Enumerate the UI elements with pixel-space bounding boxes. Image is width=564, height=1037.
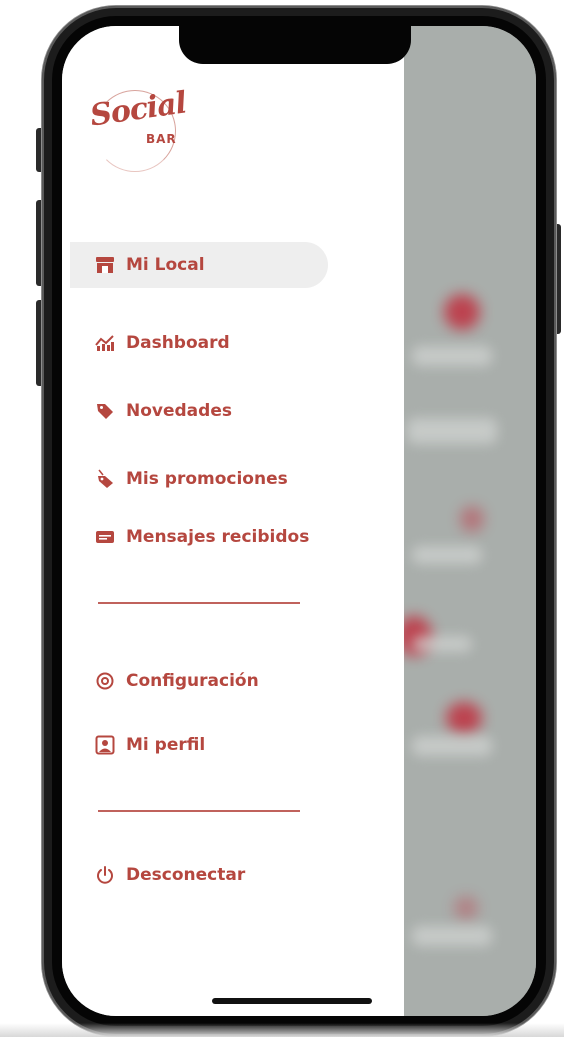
navigation-drawer: Social BAR Mi Local Dashboard Novedades … (62, 26, 404, 1016)
phone-notch (179, 26, 411, 64)
chart-icon (94, 332, 116, 354)
menu-item-label: Mi Local (126, 255, 205, 275)
stage: Social BAR Mi Local Dashboard Novedades … (0, 0, 564, 1037)
menu-item-label: Mis promociones (126, 469, 288, 489)
blurred-badge (446, 702, 482, 734)
phone-screen: Social BAR Mi Local Dashboard Novedades … (62, 26, 536, 1016)
social-bar-logo: Social BAR (88, 85, 188, 174)
blurred-row (412, 346, 492, 366)
blurred-row (412, 736, 492, 756)
phone-frame: Social BAR Mi Local Dashboard Novedades … (42, 6, 556, 1036)
menu-item-dashboard[interactable]: Dashboard (76, 320, 230, 366)
power-icon (94, 864, 116, 886)
menu-item-label: Novedades (126, 401, 232, 421)
profile-icon (94, 734, 116, 756)
menu-item-configuracion[interactable]: Configuración (76, 658, 259, 704)
settings-icon (94, 670, 116, 692)
blurred-badge (454, 896, 478, 920)
blurred-row (412, 546, 482, 564)
menu-item-label: Mensajes recibidos (126, 527, 310, 547)
menu-item-label: Mi perfil (126, 735, 206, 755)
menu-item-label: Desconectar (126, 865, 246, 885)
menu-item-desconectar[interactable]: Desconectar (76, 852, 245, 898)
menu-divider (98, 810, 300, 812)
price-tag-icon (94, 468, 116, 490)
blurred-row (412, 926, 492, 946)
bottom-shadow (0, 1023, 564, 1037)
tag-icon (94, 400, 116, 422)
blurred-row (412, 636, 472, 652)
menu-divider (98, 602, 300, 604)
store-icon (94, 254, 116, 276)
logo-bar-text: BAR (146, 132, 177, 146)
blurred-row (407, 418, 497, 444)
menu-item-mi-local[interactable]: Mi Local (70, 242, 328, 288)
blurred-badge (444, 294, 480, 330)
home-indicator[interactable] (212, 998, 372, 1004)
menu-item-label: Configuración (126, 671, 259, 691)
blurred-badge (460, 506, 484, 532)
menu-item-mensajes-recibidos[interactable]: Mensajes recibidos (76, 514, 309, 560)
menu-item-novedades[interactable]: Novedades (76, 388, 232, 434)
menu-item-mi-perfil[interactable]: Mi perfil (76, 722, 205, 768)
message-icon (94, 526, 116, 548)
menu-item-label: Dashboard (126, 333, 230, 353)
menu-item-mis-promociones[interactable]: Mis promociones (76, 456, 288, 502)
